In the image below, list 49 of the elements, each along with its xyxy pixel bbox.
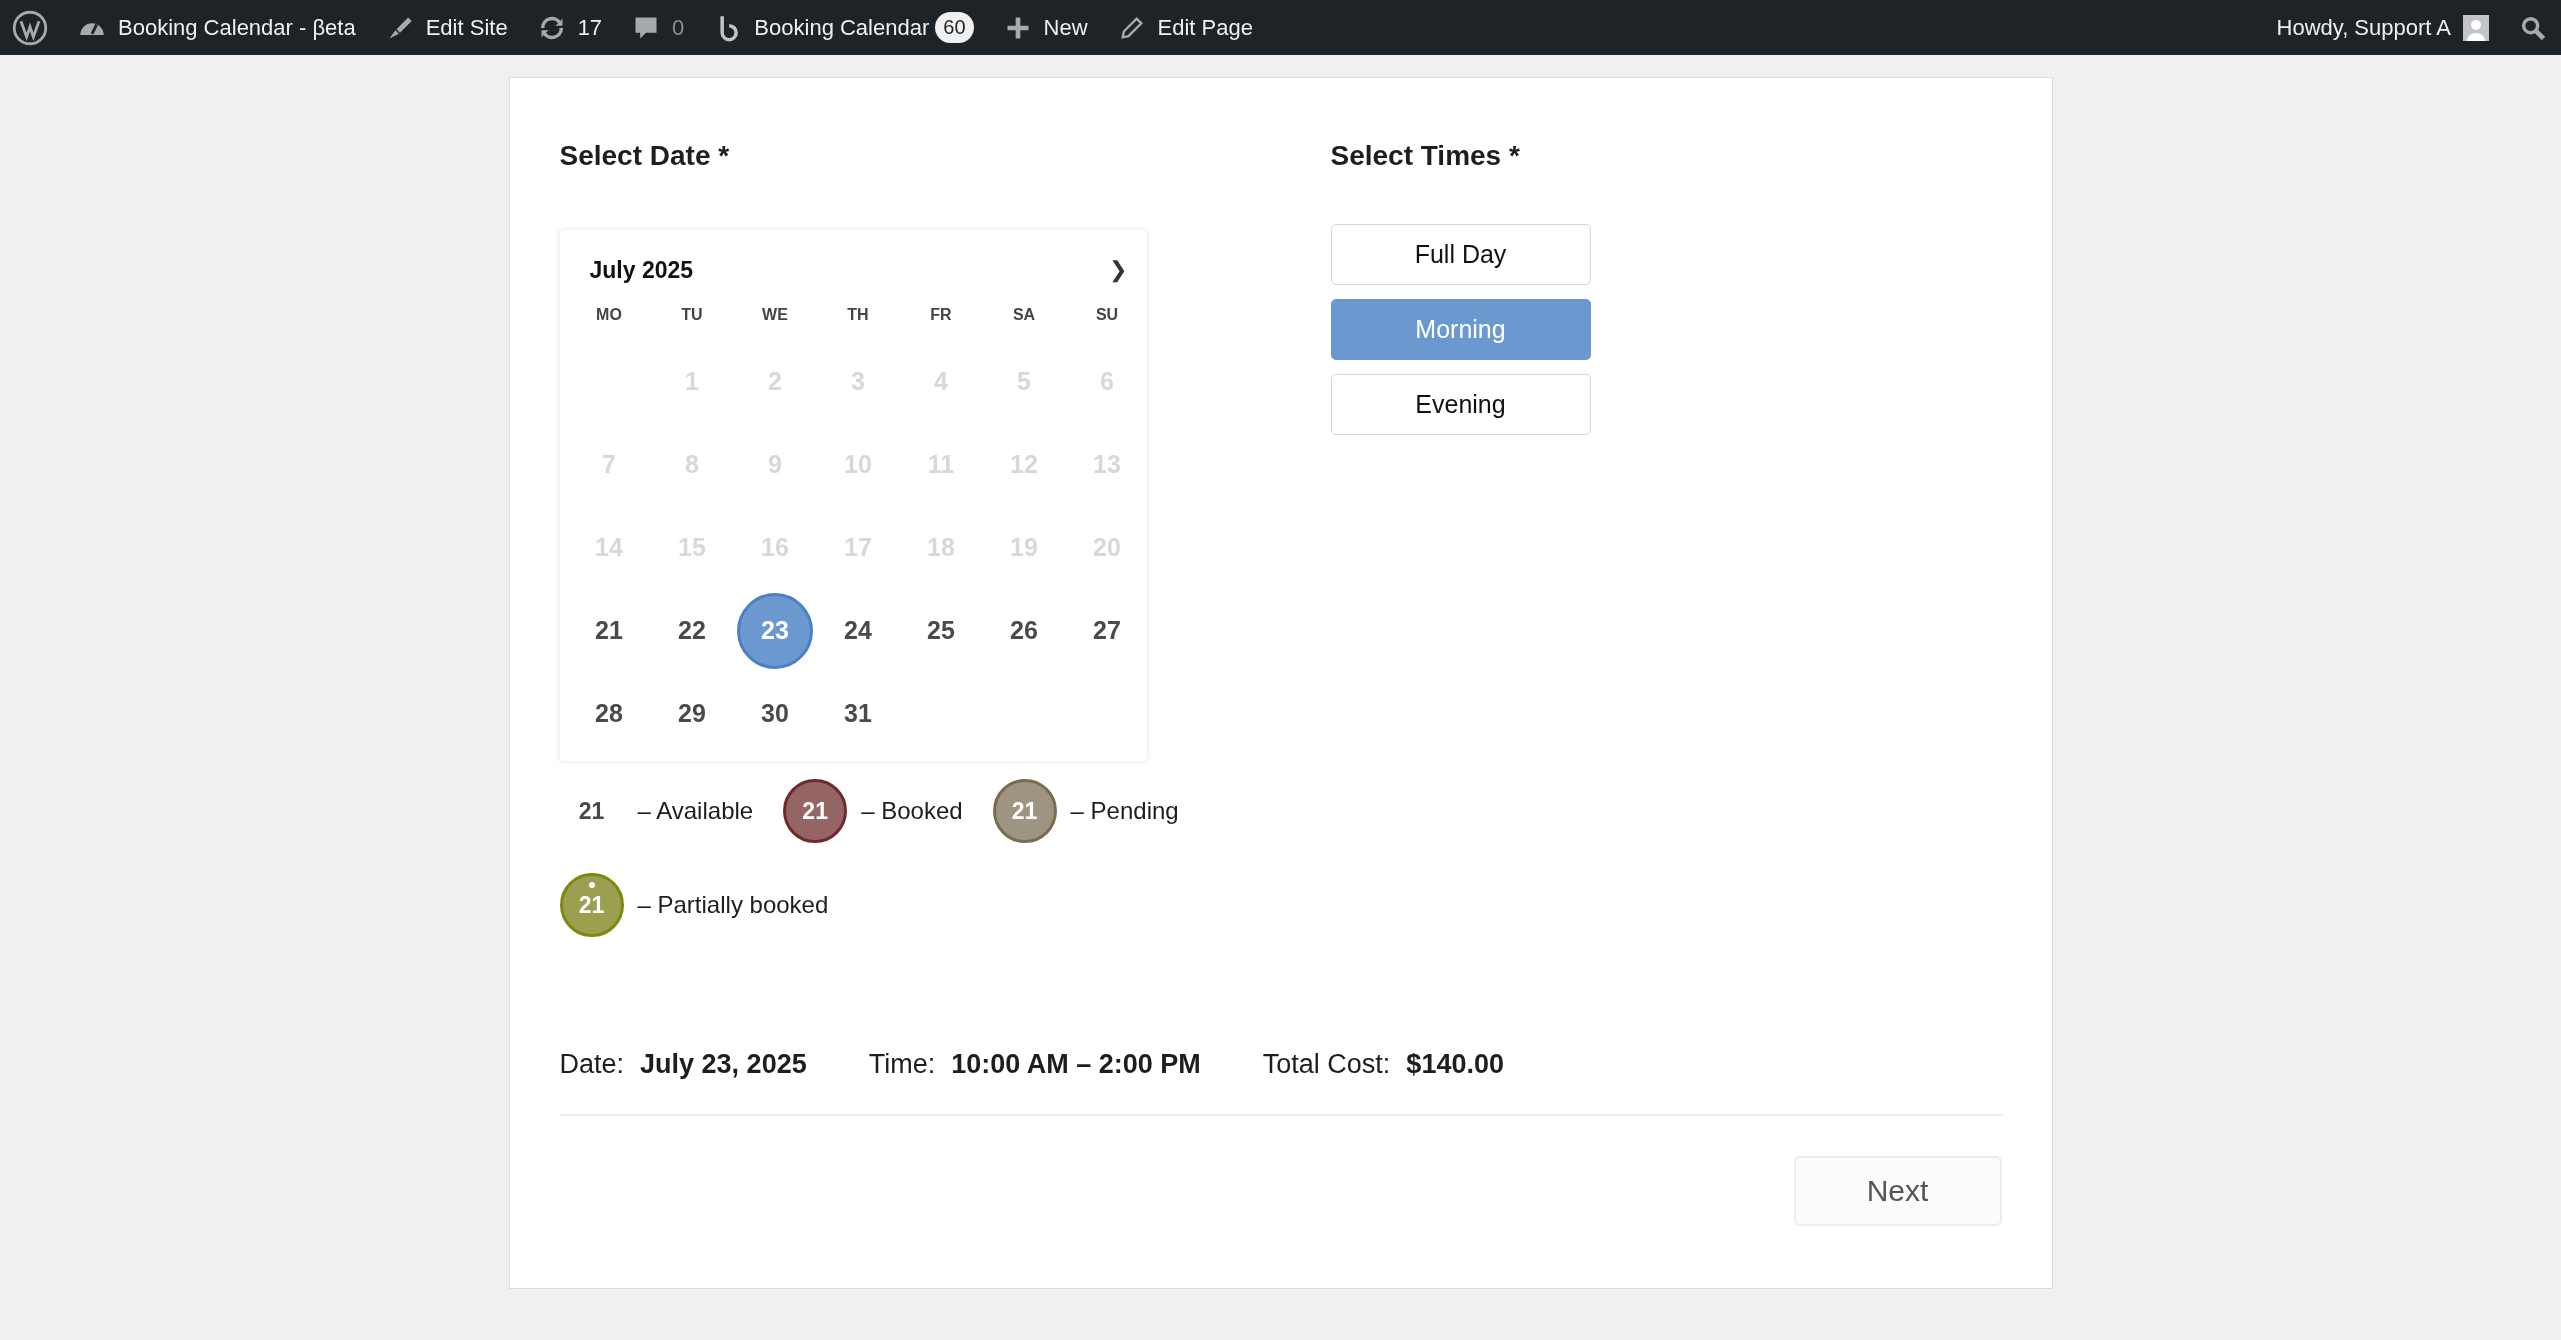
admin-bar-item[interactable]: 0	[632, 13, 685, 42]
admin-bar-item[interactable]: Edit Site	[385, 13, 508, 42]
weekday-label: TU	[680, 305, 704, 325]
admin-bar-item[interactable]: Edit Page	[1117, 13, 1253, 42]
admin-bar-item[interactable]: Booking Calendar - βeta	[78, 13, 356, 42]
count-badge: 60	[935, 12, 974, 43]
summary-value: 10:00 AM – 2:00 PM	[951, 1049, 1201, 1080]
weekday-label: MO	[595, 305, 623, 325]
account-menu[interactable]: Howdy, Support A	[2276, 14, 2489, 41]
summary-value: July 23, 2025	[640, 1049, 807, 1080]
wordpress-logo-icon[interactable]	[12, 9, 48, 46]
weekday-label: TH	[846, 305, 870, 325]
calendar-day[interactable]: 24	[820, 592, 896, 669]
summary-label: Date:	[559, 1049, 625, 1080]
admin-bar-item[interactable]: Booking Calendar 60	[714, 12, 974, 43]
legend-sample: 21	[992, 779, 1057, 843]
legend-sample: 21	[783, 779, 848, 843]
calendar-day[interactable]: 26	[986, 592, 1062, 669]
time-slot-button[interactable]: Evening	[1330, 374, 1591, 435]
calendar-day[interactable]: 28	[571, 675, 647, 752]
calendar-day[interactable]: 31	[820, 675, 896, 752]
calendar-day[interactable]: 22	[654, 592, 730, 669]
summary-label: Total Cost:	[1262, 1049, 1391, 1080]
weekday-label: WE	[761, 305, 789, 325]
admin-bar-item[interactable]: New	[1003, 13, 1088, 42]
calendar-day[interactable]: 30	[737, 675, 813, 752]
section-title: Select Times *	[1330, 140, 1521, 172]
calendar-day[interactable]: 21	[571, 592, 647, 669]
legend-sample: 21	[559, 873, 624, 937]
weekday-label: FR	[929, 305, 953, 325]
calendar-day[interactable]: 29	[654, 675, 730, 752]
avatar-icon	[2463, 14, 2489, 41]
calendar-day[interactable]: 27	[1069, 592, 1145, 669]
next-month-button[interactable]: ❯	[1104, 253, 1131, 287]
legend-label: – Partially booked	[637, 891, 829, 919]
time-slot-button[interactable]: Full Day	[1330, 224, 1591, 285]
weekday-label: SU	[1094, 305, 1120, 325]
legend-label: – Booked	[861, 797, 963, 825]
legend-sample: 21	[577, 796, 606, 826]
admin-bar-item[interactable]: 17	[537, 13, 603, 42]
legend-label: – Available	[637, 797, 754, 825]
summary-label: Time:	[868, 1049, 936, 1080]
legend-label: – Pending	[1070, 797, 1179, 825]
calendar-day[interactable]: 25	[903, 592, 979, 669]
summary-value: $140.00	[1406, 1049, 1504, 1080]
weekday-label: SA	[1011, 305, 1037, 325]
section-title: Select Date *	[559, 140, 731, 172]
next-button[interactable]: Next	[1793, 1156, 2002, 1226]
month-title: July 2025	[589, 256, 694, 284]
